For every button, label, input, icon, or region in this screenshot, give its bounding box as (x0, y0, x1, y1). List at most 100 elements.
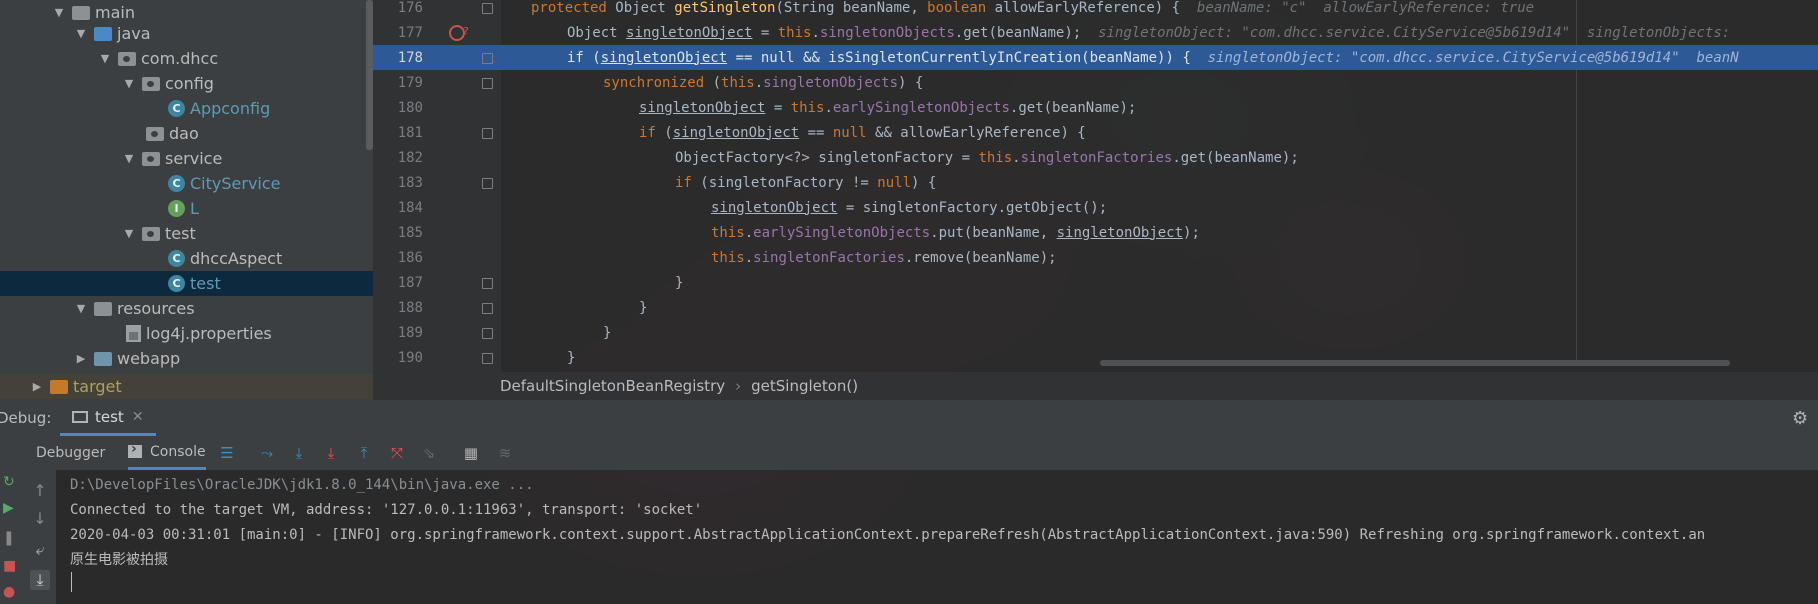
evaluate-expression-icon[interactable]: ▦ (462, 444, 480, 462)
view-breakpoints-icon[interactable]: ● (3, 584, 15, 600)
tree-item-l[interactable]: I L (0, 196, 373, 221)
excluded-folder-icon (50, 379, 68, 394)
code-line-179[interactable]: 179 synchronized (this.singletonObjects)… (373, 70, 1818, 95)
code-line-180[interactable]: 180 singletonObject = this.earlySingleto… (373, 95, 1818, 120)
editor-horizontal-scrollbar[interactable] (1100, 360, 1730, 366)
code-line-183[interactable]: 183 if (singletonFactory != null) { (373, 170, 1818, 195)
console-input-caret[interactable] (71, 572, 72, 592)
chevron-down-icon[interactable]: ▼ (122, 152, 136, 165)
pause-icon[interactable]: ❚ (3, 530, 15, 546)
debug-session-tab[interactable]: test ✕ (60, 400, 156, 436)
code-line-184[interactable]: 184 singletonObject = singletonFactory.g… (373, 195, 1818, 220)
chevron-down-icon[interactable]: ▼ (98, 52, 112, 65)
fold-icon[interactable] (482, 328, 493, 339)
fold-icon[interactable] (482, 3, 493, 14)
breadcrumb-separator-icon: › (735, 377, 742, 395)
fold-icon[interactable] (482, 78, 493, 89)
tree-item-service[interactable]: ▼ service (0, 146, 373, 171)
code-line-181[interactable]: 181 if (singletonObject == null && allow… (373, 120, 1818, 145)
code-line-186[interactable]: 186 this.singletonFactories.remove(beanN… (373, 245, 1818, 270)
tree-item-resources[interactable]: ▼ resources (0, 296, 373, 321)
tab-console-label: Console (150, 443, 206, 460)
code-line-182[interactable]: 182 ObjectFactory<?> singletonFactory = … (373, 145, 1818, 170)
drop-frame-icon[interactable]: ⤧ (388, 444, 406, 462)
breadcrumb-method[interactable]: getSingleton() (751, 377, 858, 395)
rerun-icon[interactable]: ↻ (3, 474, 15, 490)
chevron-right-icon[interactable]: ▶ (30, 380, 44, 393)
package-icon (142, 151, 160, 166)
tree-item-test-class[interactable]: C test (0, 271, 373, 296)
code-line-177[interactable]: 177 ? Object singletonObject = this.sing… (373, 20, 1818, 45)
trace-icon[interactable]: ≋ (496, 444, 514, 462)
class-icon: C (168, 100, 185, 117)
code-line-189[interactable]: 189 } (373, 320, 1818, 345)
tree-item-cityservice[interactable]: C CityService (0, 171, 373, 196)
tab-debugger[interactable]: Debugger (36, 436, 105, 470)
close-icon[interactable]: ✕ (132, 409, 144, 425)
tree-item-config[interactable]: ▼ config (0, 71, 373, 96)
code-token: this (790, 99, 825, 116)
tree-item-log4j-properties[interactable]: log4j.properties (0, 321, 373, 346)
code-token: (String beanName, (775, 0, 928, 16)
fold-icon[interactable] (482, 303, 493, 314)
scroll-down-icon[interactable]: ↓ (30, 508, 50, 528)
resume-icon[interactable]: ▶ (3, 500, 14, 516)
gear-icon[interactable]: ⚙ (1792, 408, 1808, 429)
run-to-cursor-icon[interactable]: ⇘ (420, 444, 438, 462)
breadcrumb-class[interactable]: DefaultSingletonBeanRegistry (500, 377, 725, 395)
code-token: ObjectFactory<?> singletonFactory = (675, 149, 979, 166)
chevron-down-icon[interactable]: ▼ (122, 77, 136, 90)
code-line-176[interactable]: 176 protected Object getSingleton(String… (373, 0, 1818, 20)
console-line: D:\DevelopFiles\OracleJDK\jdk1.8.0_144\b… (70, 476, 534, 493)
code-line-188[interactable]: 188 } (373, 295, 1818, 320)
chevron-down-icon[interactable]: ▼ (52, 6, 66, 19)
soft-wrap-icon[interactable]: ⤶ (30, 540, 50, 560)
tree-item-label: log4j.properties (146, 324, 272, 343)
fold-icon[interactable] (482, 353, 493, 364)
show-execution-point-icon[interactable]: ⤳ (258, 444, 276, 462)
code-token: } (603, 324, 612, 341)
console-line: 2020-04-03 00:31:01 [main:0] - [INFO] or… (70, 526, 1706, 543)
fold-icon[interactable] (482, 53, 493, 64)
code-token: .get(beanName); (1172, 149, 1299, 166)
tree-item-dhccaspect[interactable]: C dhccAspect (0, 246, 373, 271)
code-line-187[interactable]: 187 } (373, 270, 1818, 295)
tree-item-appconfig[interactable]: C Appconfig (0, 96, 373, 121)
tree-item-dao[interactable]: dao (0, 121, 373, 146)
tree-item-test-package[interactable]: ▼ test (0, 221, 373, 246)
chevron-down-icon[interactable]: ▼ (74, 302, 88, 315)
threads-menu-icon[interactable]: ☰ (218, 444, 236, 462)
code-token: .put(beanName, (930, 224, 1057, 241)
code-line-178[interactable]: 178 if (singletonObject == null && isSin… (373, 45, 1818, 70)
stop-icon[interactable]: ■ (3, 558, 16, 574)
tab-console[interactable]: Console (128, 436, 206, 470)
line-number: 189 (397, 324, 423, 341)
step-over-icon[interactable]: ⤓ (290, 444, 308, 462)
tree-item-java[interactable]: ▼ java (0, 21, 373, 46)
line-number: 176 (397, 0, 423, 16)
code-token: this (978, 149, 1013, 166)
tree-item-label: dao (169, 124, 199, 143)
tree-item-target[interactable]: ▶ target (0, 374, 373, 399)
chevron-right-icon[interactable]: ▶ (74, 352, 88, 365)
fold-icon[interactable] (482, 278, 493, 289)
scroll-up-icon[interactable]: ↑ (30, 480, 50, 500)
line-number: 178 (397, 49, 423, 66)
code-token: ( (655, 124, 673, 141)
code-line-185[interactable]: 185 this.earlySingletonObjects.put(beanN… (373, 220, 1818, 245)
fold-icon[interactable] (482, 128, 493, 139)
tree-item-webapp[interactable]: ▶ webapp (0, 346, 373, 371)
code-line-190[interactable]: 190 } (373, 345, 1818, 370)
scroll-to-end-icon[interactable]: ⤓ (30, 570, 50, 590)
code-token: getSingleton (674, 0, 776, 16)
fold-icon[interactable] (482, 178, 493, 189)
code-token: null (832, 124, 867, 141)
chevron-down-icon[interactable]: ▼ (122, 227, 136, 240)
step-into-icon[interactable]: ⤓ (322, 444, 340, 462)
project-scrollbar[interactable] (366, 0, 373, 150)
tree-item-com-dhcc[interactable]: ▼ com.dhcc (0, 46, 373, 71)
step-out-icon[interactable]: ⤒ (355, 444, 373, 462)
code-token: } (567, 349, 576, 366)
chevron-down-icon[interactable]: ▼ (74, 27, 88, 40)
inline-debug-value: singletonObject: "com.dhcc.service.CityS… (1098, 24, 1739, 41)
